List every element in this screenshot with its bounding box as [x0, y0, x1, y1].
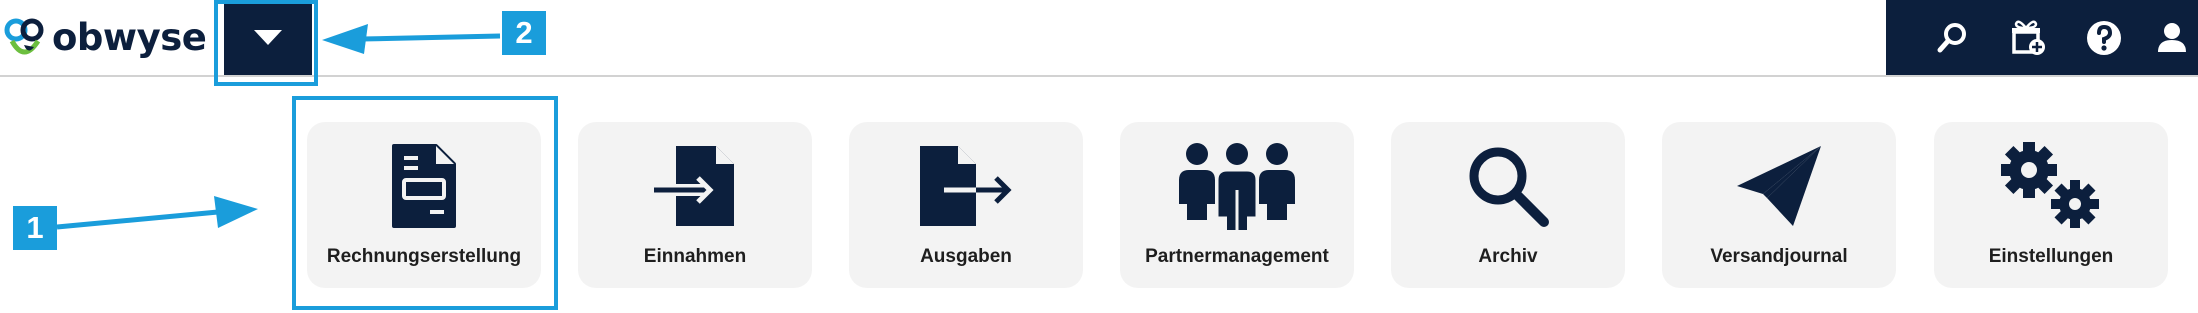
annotation-arrows: [56, 24, 501, 230]
annotation-badge-2: 2: [502, 11, 546, 55]
annotation-badge-1: 1: [13, 206, 57, 250]
